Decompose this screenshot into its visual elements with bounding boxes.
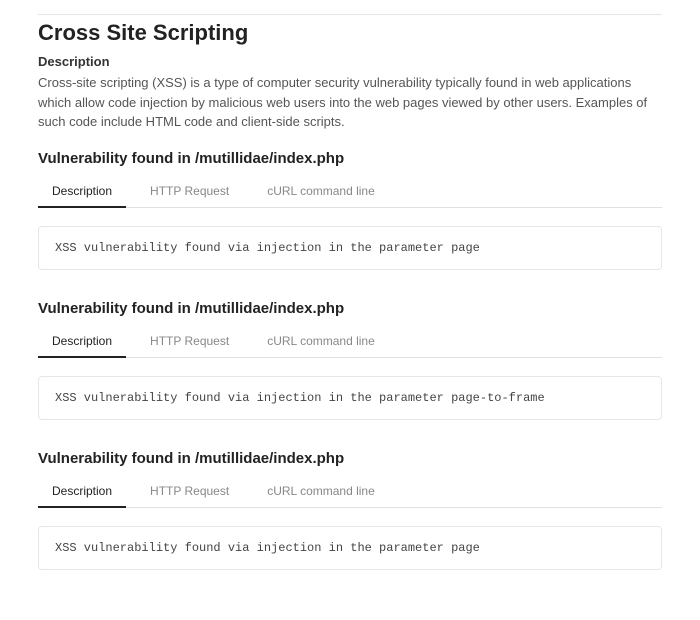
tab-description[interactable]: Description — [38, 477, 126, 507]
vulnerability-content: XSS vulnerability found via injection in… — [38, 226, 662, 270]
tab-bar: Description HTTP Request cURL command li… — [38, 327, 662, 358]
tab-curl[interactable]: cURL command line — [253, 477, 389, 507]
vulnerability-content: XSS vulnerability found via injection in… — [38, 526, 662, 570]
vulnerability-heading: Vulnerability found in /mutillidae/index… — [38, 450, 662, 467]
tab-http-request[interactable]: HTTP Request — [136, 177, 243, 207]
page-title: Cross Site Scripting — [38, 14, 662, 46]
tab-description[interactable]: Description — [38, 327, 126, 357]
tab-bar: Description HTTP Request cURL command li… — [38, 177, 662, 208]
vulnerability-block: Vulnerability found in /mutillidae/index… — [38, 300, 662, 420]
tab-curl[interactable]: cURL command line — [253, 327, 389, 357]
tab-description[interactable]: Description — [38, 177, 126, 207]
vulnerability-heading: Vulnerability found in /mutillidae/index… — [38, 150, 662, 167]
tab-http-request[interactable]: HTTP Request — [136, 477, 243, 507]
vulnerability-content: XSS vulnerability found via injection in… — [38, 376, 662, 420]
vulnerability-block: Vulnerability found in /mutillidae/index… — [38, 150, 662, 270]
tab-bar: Description HTTP Request cURL command li… — [38, 477, 662, 508]
description-label: Description — [38, 54, 662, 69]
description-text: Cross-site scripting (XSS) is a type of … — [38, 73, 662, 132]
vulnerability-block: Vulnerability found in /mutillidae/index… — [38, 450, 662, 570]
vulnerability-heading: Vulnerability found in /mutillidae/index… — [38, 300, 662, 317]
tab-http-request[interactable]: HTTP Request — [136, 327, 243, 357]
tab-curl[interactable]: cURL command line — [253, 177, 389, 207]
